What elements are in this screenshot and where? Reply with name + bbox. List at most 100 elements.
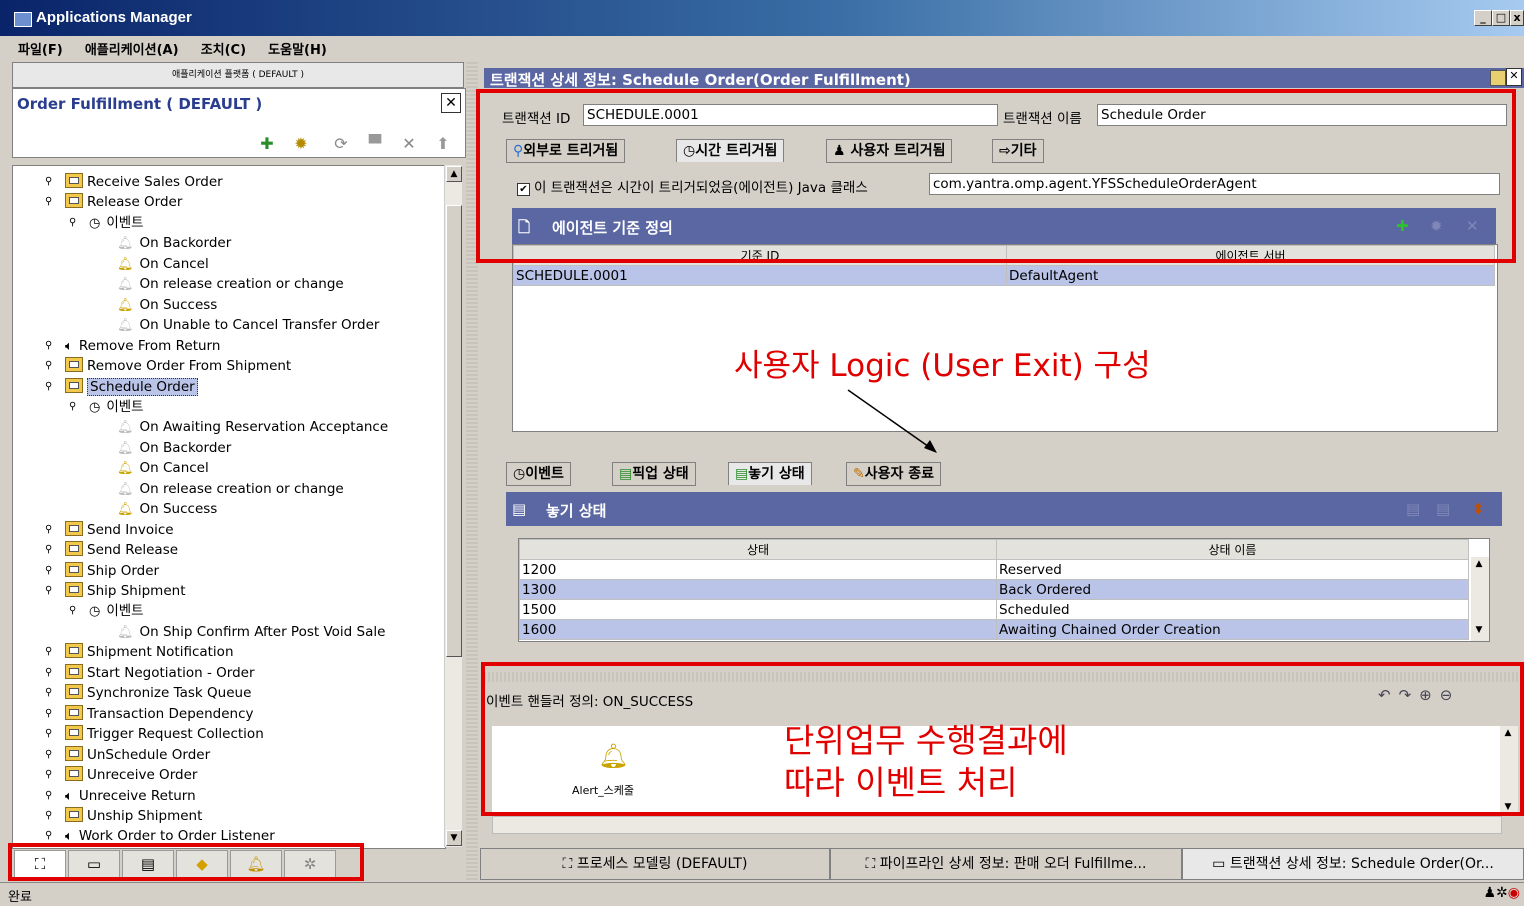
tree-node[interactable]: ⚲ Transaction Dependency — [45, 704, 254, 724]
save-icon[interactable] — [1490, 70, 1506, 86]
save-icon[interactable]: ▀ — [365, 135, 385, 153]
tree-node[interactable]: ⚲ Start Negotiation - Order — [45, 663, 255, 683]
table-row[interactable]: 1500 Scheduled — [519, 599, 1469, 620]
menu-file[interactable]: 파일(F) — [18, 39, 63, 58]
export-icon[interactable]: ⬆ — [433, 135, 453, 153]
expand-icon[interactable]: ⚲ — [45, 745, 52, 765]
process-tree[interactable]: ⚲ Receive Sales Order ⚲ Release Order ⚲ ◷ 이벤트 🔔… — [12, 165, 446, 849]
scroll-down-icon[interactable]: ▼ — [446, 830, 462, 846]
criteria-id-cell: SCHEDULE.0001 — [513, 265, 1007, 286]
tree-node[interactable]: ⚲ UnSchedule Order — [45, 745, 210, 765]
tree-node[interactable]: 🔔︎ On Ship Confirm After Post Void Sale — [117, 622, 385, 642]
expand-icon[interactable]: ⚲ — [69, 397, 76, 417]
expand-icon[interactable]: ⚲ — [69, 601, 76, 621]
folder-icon — [65, 745, 83, 761]
application-combo[interactable]: 애플리케이션 플랫폼 ( DEFAULT ) — [12, 62, 464, 88]
tree-node[interactable]: ⚲ Receive Sales Order — [45, 172, 223, 192]
expand-icon[interactable]: ⚲ — [45, 192, 52, 212]
tree-node[interactable]: 🔔︎ On Cancel — [117, 254, 209, 274]
menu-help[interactable]: 도움말(H) — [268, 39, 327, 58]
canvas-hscrollbar[interactable] — [492, 816, 1502, 834]
expand-icon[interactable]: ⚲ — [45, 561, 52, 581]
expand-icon[interactable]: ⚲ — [45, 581, 52, 601]
tree-node[interactable]: 🔔︎ On release creation or change — [117, 274, 344, 294]
expand-icon[interactable]: ⚲ — [45, 704, 52, 724]
expand-icon[interactable]: ⚲ — [45, 356, 52, 376]
tree-node[interactable]: ⚲ Schedule Order — [45, 377, 198, 397]
expand-icon[interactable]: ⚲ — [45, 663, 52, 683]
tab-process-modeling[interactable]: ⛶ 프로세스 모델링 (DEFAULT) — [480, 848, 830, 880]
gear-icon[interactable]: ✹ — [291, 135, 311, 153]
tree-node[interactable]: 🔔︎ On Success — [117, 499, 217, 519]
expand-icon[interactable]: ⚲ — [45, 172, 52, 192]
tree-node[interactable]: ⚲ Shipment Notification — [45, 642, 234, 662]
menu-action[interactable]: 조치(C) — [201, 39, 246, 58]
col-status-name[interactable]: 상태 이름 — [996, 539, 1469, 560]
close-panel-icon[interactable]: ✕ — [1506, 68, 1522, 86]
tree-node[interactable]: ⚲ ◷ 이벤트 — [69, 397, 144, 417]
scroll-down-icon[interactable]: ▼ — [1471, 625, 1487, 639]
remove-status-icon[interactable]: ▤ — [1436, 500, 1450, 518]
tree-node[interactable]: 🔔︎ On Unable to Cancel Transfer Order — [117, 315, 379, 335]
tree-node[interactable]: ⚲ Ship Shipment — [45, 581, 186, 601]
expand-icon[interactable]: ⚲ — [45, 336, 52, 356]
expand-icon[interactable]: ⚲ — [45, 786, 52, 806]
tree-node-label: 이벤트 — [106, 398, 144, 415]
tree-node[interactable]: 🔔︎ On Cancel — [117, 458, 209, 478]
table-row[interactable]: SCHEDULE.0001 DefaultAgent — [513, 265, 1495, 286]
tree-node[interactable]: ⚲ Synchronize Task Queue — [45, 683, 251, 703]
col-status[interactable]: 상태 — [519, 539, 997, 560]
table-row[interactable]: 1200 Reserved — [519, 559, 1469, 580]
expand-icon[interactable]: ⚲ — [45, 540, 52, 560]
minimize-button[interactable]: _ — [1474, 10, 1492, 26]
close-button[interactable]: x — [1510, 10, 1524, 26]
tree-node-label: On Success — [139, 296, 218, 313]
menu-application[interactable]: 애플리케이션(A) — [85, 39, 179, 58]
scroll-up-icon[interactable]: ▲ — [446, 166, 462, 182]
table-row[interactable]: 1600 Awaiting Chained Order Creation — [519, 619, 1469, 640]
tree-node[interactable]: ⚲ ◷ 이벤트 — [69, 213, 144, 233]
tab-pipeline-detail[interactable]: ⛶ 파이프라인 상세 정보: 판매 오더 Fulfillme... — [830, 848, 1182, 880]
tab-user-exit[interactable]: ✎사용자 종료 — [846, 462, 942, 486]
delete-icon[interactable]: ✕ — [399, 135, 419, 153]
tab-pickup-status[interactable]: ▤픽업 상태 — [612, 462, 696, 486]
maximize-button[interactable]: □ — [1492, 10, 1510, 26]
status-scrollbar[interactable]: ▲ ▼ — [1471, 557, 1489, 641]
tree-node[interactable]: 🔔︎ On Awaiting Reservation Acceptance — [117, 417, 388, 437]
add-icon[interactable]: ✚ — [257, 135, 277, 153]
tree-node[interactable]: ⚲ 🔈︎ Unreceive Return — [45, 786, 196, 806]
tree-node[interactable]: ⚲ Release Order — [45, 192, 182, 212]
tree-node[interactable]: ⚲ Unship Shipment — [45, 806, 202, 826]
tree-node[interactable]: 🔔︎ On Success — [117, 295, 217, 315]
tree-node[interactable]: ⚲ 🔈︎ Remove From Return — [45, 336, 220, 356]
scroll-up-icon[interactable]: ▲ — [1471, 559, 1487, 573]
close-panel-icon[interactable]: ✕ — [441, 93, 461, 113]
expand-icon[interactable]: ⚲ — [45, 377, 52, 397]
reorder-icon[interactable]: ⬍ — [1472, 500, 1485, 518]
tree-node[interactable]: 🔔︎ On Backorder — [117, 233, 231, 253]
tree-node[interactable]: ⚲ Send Invoice — [45, 520, 174, 540]
table-row[interactable]: 1300 Back Ordered — [519, 579, 1469, 600]
refresh-icon[interactable]: ⟳ — [331, 135, 351, 153]
tree-node[interactable]: ⚲ Ship Order — [45, 561, 159, 581]
tab-drop-status[interactable]: ▤놓기 상태 — [728, 462, 812, 485]
tree-node[interactable]: 🔔︎ On Backorder — [117, 438, 231, 458]
tree-scrollbar[interactable]: ▲ ▼ — [444, 165, 462, 847]
tree-node[interactable]: 🔔︎ On release creation or change — [117, 479, 344, 499]
expand-icon[interactable]: ⚲ — [69, 213, 76, 233]
expand-icon[interactable]: ⚲ — [45, 642, 52, 662]
tree-node[interactable]: ⚲ Remove Order From Shipment — [45, 356, 291, 376]
tree-node[interactable]: ⚲ Trigger Request Collection — [45, 724, 264, 744]
expand-icon[interactable]: ⚲ — [45, 724, 52, 744]
add-status-icon[interactable]: ▤ — [1406, 500, 1420, 518]
expand-icon[interactable]: ⚲ — [45, 765, 52, 785]
tree-node[interactable]: ⚲ Send Release — [45, 540, 178, 560]
tab-transaction-detail[interactable]: ▭ 트랜잭션 상세 정보: Schedule Order(Or... — [1182, 848, 1524, 880]
expand-icon[interactable]: ⚲ — [45, 806, 52, 826]
expand-icon[interactable]: ⚲ — [45, 520, 52, 540]
scroll-thumb[interactable] — [446, 205, 462, 657]
tree-node[interactable]: ⚲ ◷ 이벤트 — [69, 601, 144, 621]
tree-node[interactable]: ⚲ Unreceive Order — [45, 765, 197, 785]
expand-icon[interactable]: ⚲ — [45, 683, 52, 703]
tab-events[interactable]: ◷이벤트 — [506, 462, 571, 486]
